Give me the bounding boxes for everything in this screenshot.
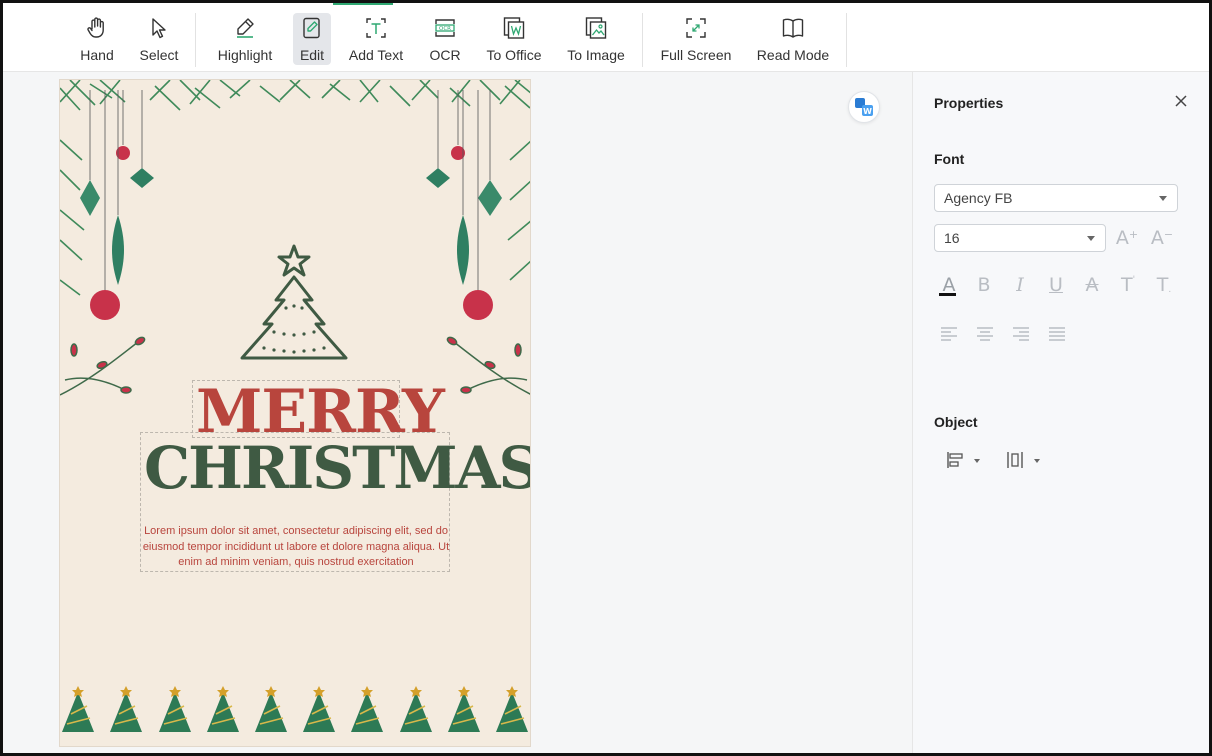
toolbar: Hand Select Highlight Edit Add Text OCR … (3, 3, 1209, 72)
font-color-swatch (939, 293, 956, 296)
superscript-icon[interactable]: T ' (1117, 274, 1139, 296)
add-text-icon (366, 18, 386, 38)
title-christmas[interactable]: CHRISTMAS (144, 436, 530, 500)
edit-tool-button[interactable]: Edit (293, 13, 331, 65)
font-size-value: 16 (944, 230, 960, 246)
select-tool-button[interactable]: Select (136, 13, 182, 65)
toolbar-divider (195, 13, 196, 67)
document-page[interactable]: MERRY CHRISTMAS Lorem ipsum dolor sit am… (59, 79, 531, 747)
chevron-down-icon (974, 459, 980, 463)
hand-tool-button[interactable]: Hand (74, 13, 120, 65)
office-icon (503, 17, 525, 39)
app-window: Hand Select Highlight Edit Add Text OCR … (0, 0, 1212, 756)
chevron-down-icon (1159, 196, 1167, 201)
align-center-icon[interactable] (976, 326, 994, 342)
align-right-icon[interactable] (1012, 326, 1030, 342)
hand-icon (87, 17, 104, 38)
bottom-tree-border (62, 686, 528, 732)
font-family-value: Agency FB (944, 190, 1013, 206)
toolbar-divider (846, 13, 847, 67)
object-align-icon (947, 452, 963, 468)
tree-outline-icon (240, 244, 348, 360)
image-icon (585, 17, 607, 39)
to-office-tool-label: To Office (486, 47, 542, 63)
object-distribute-icon (1007, 452, 1023, 468)
font-size-select[interactable]: 16 (934, 224, 1106, 252)
highlighter-icon (237, 18, 254, 38)
full-screen-label: Full Screen (660, 47, 732, 63)
read-mode-label: Read Mode (756, 47, 830, 63)
add-text-tool-button[interactable]: Add Text (344, 13, 408, 65)
object-section-title: Object (934, 414, 978, 430)
chevron-down-icon (1087, 236, 1095, 241)
highlight-tool-label: Highlight (217, 47, 273, 63)
to-office-tool-button[interactable]: To Office (485, 13, 543, 65)
ocr-tool-button[interactable]: OCR OCR (425, 13, 465, 65)
bold-icon[interactable]: B (973, 274, 995, 296)
hand-tool-label: Hand (80, 47, 114, 63)
underline-icon[interactable]: U (1045, 274, 1067, 296)
translate-button[interactable]: W (848, 91, 880, 123)
body-text[interactable]: Lorem ipsum dolor sit amet, consectetur … (142, 524, 450, 571)
svg-text:W: W (863, 107, 872, 116)
document-canvas[interactable]: MERRY CHRISTMAS Lorem ipsum dolor sit am… (3, 72, 912, 753)
to-image-tool-label: To Image (567, 47, 625, 63)
full-screen-button[interactable]: Full Screen (660, 13, 732, 65)
decrease-font-icon[interactable]: A − (1151, 227, 1173, 249)
cursor-icon (152, 18, 166, 39)
read-mode-button[interactable]: Read Mode (756, 13, 830, 65)
close-icon[interactable] (1173, 93, 1189, 109)
properties-panel: Properties Font Agency FB 16 A + A − A B I… (912, 72, 1209, 753)
justify-icon[interactable] (1048, 326, 1066, 342)
tree-dots (262, 304, 326, 354)
font-family-select[interactable]: Agency FB (934, 184, 1178, 212)
full-screen-icon (686, 18, 706, 38)
increase-font-icon[interactable]: A + (1116, 227, 1138, 249)
add-text-tool-label: Add Text (348, 47, 404, 63)
edit-tool-label: Edit (299, 47, 325, 63)
hanging-ornaments (80, 90, 502, 320)
strikethrough-icon[interactable]: A (1081, 274, 1103, 296)
highlight-tool-button[interactable]: Highlight (212, 13, 278, 65)
select-tool-label: Select (139, 47, 179, 63)
properties-title: Properties (934, 95, 1004, 111)
svg-text:OCR: OCR (439, 26, 451, 32)
subscript-icon[interactable]: T. (1153, 274, 1175, 296)
to-image-tool-button[interactable]: To Image (566, 13, 626, 65)
toolbar-divider (642, 13, 643, 67)
ocr-icon: OCR (435, 19, 455, 37)
italic-icon[interactable]: I (1009, 274, 1031, 296)
chevron-down-icon (1034, 459, 1040, 463)
object-distribute-button[interactable] (1006, 451, 1046, 473)
book-icon (782, 18, 804, 38)
edit-icon (303, 17, 320, 39)
active-tab-indicator (333, 3, 393, 5)
ocr-tool-label: OCR (429, 47, 461, 63)
object-align-button[interactable] (946, 451, 986, 473)
align-left-icon[interactable] (940, 326, 958, 342)
translate-icon: W (855, 98, 873, 116)
font-section-title: Font (934, 151, 965, 167)
